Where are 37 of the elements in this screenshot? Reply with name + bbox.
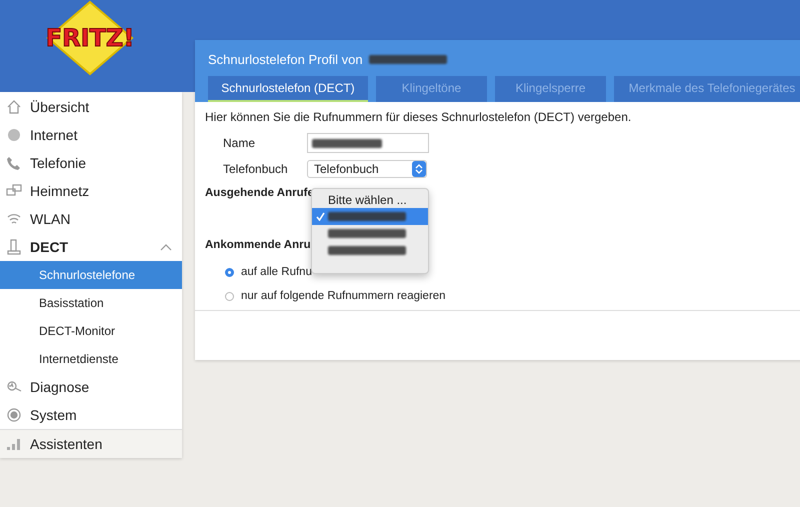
checkmark-icon [316,212,325,221]
chevron-up-icon[interactable] [160,243,172,251]
name-input[interactable] [307,133,429,153]
panel-title: Schnurlostelefon Profil von [208,52,363,66]
sidebar-item[interactable]: Internet [0,121,182,149]
sidebar-subitem[interactable]: Basisstation [0,289,182,317]
redaction-mark [312,138,382,148]
sidebar-subitem[interactable]: DECT-Monitor [0,317,182,345]
radio-option[interactable]: auf alle Rufnu [225,260,312,284]
stepper-icon [412,161,426,177]
sidebar-item[interactable]: WLAN [0,205,182,233]
sidebar-subitem[interactable]: Schnurlostelefone [0,261,182,289]
sidebar-item[interactable]: Diagnose [0,373,182,401]
sidebar-footer[interactable]: Assistenten [0,429,182,458]
phone-icon [6,155,22,171]
phonebook-select[interactable]: Telefonbuch [307,160,427,178]
assistant-label: Assistenten [30,436,102,452]
incoming-heading: Ankommende Anru [205,238,311,253]
radio-option[interactable]: nur auf folgende Rufnummern reagieren [225,284,446,308]
radio-button[interactable] [225,268,234,276]
signal-bars-icon [6,437,22,451]
sidebar-item[interactable]: System [0,401,182,429]
intro-text: Hier können Sie die Rufnummern für dieses Schnurlostelefon (DECT) vergeben. [205,110,632,124]
field-label: Name [223,136,256,150]
sidebar-item[interactable]: Heimnetz [0,177,182,205]
radio-button[interactable] [225,292,234,300]
field-label: Telefonbuch [223,162,289,176]
sidebar-item[interactable]: Telefonie [0,149,182,177]
home-icon [6,99,22,115]
tab[interactable]: Schnurlostelefon (DECT) [208,76,368,102]
sidebar-subitem[interactable]: Internetdienste [0,345,182,373]
menu-option[interactable] [312,208,428,225]
system-icon [6,407,22,423]
sidebar-item[interactable]: DECT [0,233,182,261]
sidebar-item[interactable]: Übersicht [0,93,182,121]
menu-option[interactable]: Bitte wählen ... [312,191,428,208]
cordless-phone-icon [6,239,22,255]
